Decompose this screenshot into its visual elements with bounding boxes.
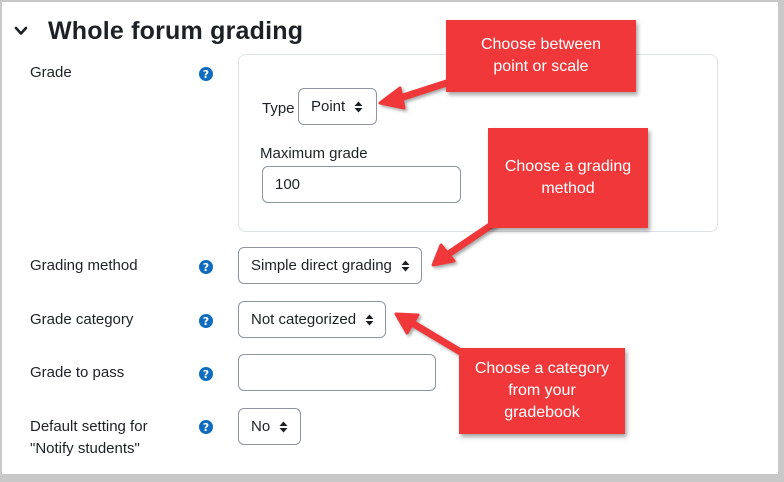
section-header[interactable]: Whole forum grading xyxy=(14,14,303,48)
grade-type-label: Type xyxy=(262,100,295,117)
help-icon[interactable]: ? xyxy=(199,420,213,434)
grading-method-select[interactable]: Simple direct grading xyxy=(238,247,422,284)
callout-type: Choose between point or scale xyxy=(446,20,636,92)
arrow-method-head xyxy=(431,243,456,267)
chevron-down-icon[interactable] xyxy=(14,24,28,38)
sort-caret-icon xyxy=(401,260,410,272)
notify-label-line1: Default setting for xyxy=(30,418,148,435)
section-title: Whole forum grading xyxy=(48,16,304,45)
grading-method-label: Grading method xyxy=(30,257,138,274)
callout-method: Choose a grading method xyxy=(488,128,648,228)
grade-to-pass-input[interactable] xyxy=(238,354,436,391)
help-icon[interactable]: ? xyxy=(199,260,213,274)
max-grade-value: 100 xyxy=(275,176,301,193)
notify-label-line2: "Notify students" xyxy=(30,440,140,457)
max-grade-label: Maximum grade xyxy=(260,145,368,162)
callout-category-line3: gradebook xyxy=(504,404,580,421)
help-icon[interactable]: ? xyxy=(199,367,213,381)
callout-category-line2: from your xyxy=(508,382,576,399)
grade-label: Grade xyxy=(30,64,72,81)
notify-value: No xyxy=(251,418,271,435)
help-icon[interactable]: ? xyxy=(199,314,213,328)
callout-type-line2: point or scale xyxy=(493,58,589,75)
sort-caret-icon xyxy=(354,101,363,113)
grade-to-pass-label: Grade to pass xyxy=(30,364,125,381)
sort-caret-icon xyxy=(279,421,288,433)
arrow-category-head xyxy=(394,312,420,335)
grade-category-value: Not categorized xyxy=(251,311,357,328)
max-grade-input[interactable]: 100 xyxy=(262,166,461,203)
grade-category-label: Grade category xyxy=(30,311,134,328)
grade-category-select[interactable]: Not categorized xyxy=(238,301,386,338)
notify-select[interactable]: No xyxy=(238,408,301,445)
callout-method-line1: Choose a grading xyxy=(504,158,632,175)
arrow-category xyxy=(408,319,468,358)
callout-category-line1: Choose a category xyxy=(474,360,610,377)
form-panel: Whole forum grading Grade ? Type Point M… xyxy=(2,2,778,474)
callout-category: Choose a category from your gradebook xyxy=(459,348,625,434)
help-icon[interactable]: ? xyxy=(199,67,213,81)
grading-method-value: Simple direct grading xyxy=(251,257,392,274)
sort-caret-icon xyxy=(365,314,374,326)
grade-type-value: Point xyxy=(311,98,346,115)
grade-type-select[interactable]: Point xyxy=(298,88,377,125)
callout-type-line1: Choose between xyxy=(480,36,602,53)
callout-method-line2: method xyxy=(541,180,595,197)
